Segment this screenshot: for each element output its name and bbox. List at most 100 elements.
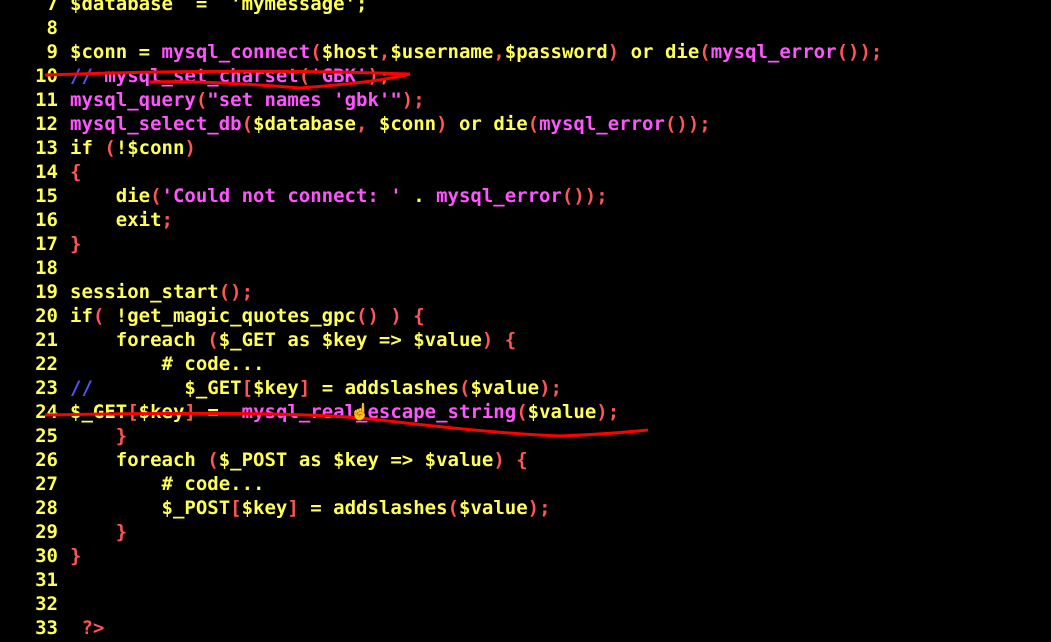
code-token: $_GET xyxy=(70,401,128,423)
code-token: , xyxy=(493,41,505,63)
code-token: , xyxy=(356,113,379,135)
code-line[interactable]: 11 mysql_query("set names 'gbk'"); xyxy=(0,88,425,112)
code-line[interactable]: 21 foreach ($_GET as $key => $value) { xyxy=(0,328,516,352)
code-line[interactable]: 14 { xyxy=(0,160,81,184)
code-line[interactable]: 16 exit; xyxy=(0,208,173,232)
code-text: } xyxy=(70,521,127,543)
code-token: $password xyxy=(504,41,608,63)
code-token: # code... xyxy=(70,353,265,375)
code-token: ) xyxy=(607,41,620,63)
code-token: ( xyxy=(699,41,711,63)
code-token: ( xyxy=(447,497,459,519)
code-token: () ) { xyxy=(356,305,425,327)
code-token: exit xyxy=(70,209,162,231)
code-token: $host xyxy=(321,41,379,63)
code-line[interactable]: 12 mysql_select_db($database, $conn) or d… xyxy=(0,112,711,136)
line-number: 33 xyxy=(35,617,58,639)
code-editor[interactable]: 7 $database = 'mymessage'; 8 9 $conn = mysql… xyxy=(0,0,1051,642)
code-line[interactable]: 10 // mysql_set_charset('GBK'); xyxy=(0,64,390,88)
code-line[interactable]: 7 $database = 'mymessage'; xyxy=(0,0,368,16)
code-token: = xyxy=(310,377,345,399)
code-token: addslashes xyxy=(344,377,459,399)
code-token: , xyxy=(378,41,391,63)
line-number: 22 xyxy=(35,353,58,375)
line-number: 25 xyxy=(35,425,58,447)
code-token: ( xyxy=(310,41,322,63)
line-number: 20 xyxy=(35,305,58,327)
code-line[interactable]: 26 foreach ($_POST as $key => $value) { xyxy=(0,448,528,472)
code-token: ] xyxy=(287,497,299,519)
line-number: 24 xyxy=(35,401,58,423)
code-text: $database = 'mymessage'; xyxy=(70,0,367,15)
code-text: if (!$conn) xyxy=(70,137,196,159)
code-line[interactable]: 32 xyxy=(0,592,70,616)
code-text: mysql_select_db($database, $conn) or die… xyxy=(70,113,711,135)
code-token: or xyxy=(447,113,494,135)
line-number: 15 xyxy=(35,185,58,207)
line-number: 14 xyxy=(35,161,58,183)
code-token: } xyxy=(70,425,128,447)
code-line[interactable]: 9 $conn = mysql_connect($host,$username,$… xyxy=(0,40,883,64)
line-number: 18 xyxy=(35,257,58,279)
code-token: } xyxy=(70,233,82,255)
code-token: [ xyxy=(230,497,242,519)
line-number: 28 xyxy=(35,497,58,519)
code-token: [ xyxy=(241,377,254,399)
code-text: $conn = mysql_connect($host,$username,$p… xyxy=(70,41,882,63)
code-text: } xyxy=(70,545,81,567)
code-token: ); xyxy=(527,497,551,519)
line-number: 16 xyxy=(35,209,58,231)
code-text: exit; xyxy=(70,209,173,231)
code-text: // mysql_set_charset('GBK'); xyxy=(70,65,390,87)
code-token: (); xyxy=(218,281,254,303)
code-line[interactable]: 18 xyxy=(0,256,70,280)
code-line[interactable]: 24 $_GET[$key] = mysql_real_escape_string… xyxy=(0,400,619,424)
code-line[interactable]: 23 // $_GET[$key] = addslashes($value); xyxy=(0,376,562,400)
code-text: $_GET[$key] = mysql_real_escape_string($… xyxy=(70,401,619,423)
line-number: 29 xyxy=(35,521,58,543)
code-line[interactable]: 27 # code... xyxy=(0,472,264,496)
code-line[interactable]: 13 if (!$conn) xyxy=(0,136,196,160)
code-token: die xyxy=(493,113,528,135)
code-line[interactable]: 30} xyxy=(0,544,81,568)
code-token: ?> xyxy=(70,617,105,639)
code-line[interactable]: 28 $_POST[$key] = addslashes($value); xyxy=(0,496,551,520)
code-text: { xyxy=(70,161,81,183)
code-token: ( xyxy=(459,377,471,399)
code-line[interactable]: 15 die('Could not connect: ' . mysql_err… xyxy=(0,184,608,208)
code-token: ( xyxy=(150,185,162,207)
code-line[interactable]: 31 xyxy=(0,568,70,592)
code-line[interactable]: 33 ?> xyxy=(0,616,104,640)
code-line[interactable]: 25 } xyxy=(0,424,127,448)
code-token: } xyxy=(70,545,82,567)
code-token: 'GBK' xyxy=(310,65,368,87)
code-token: ); xyxy=(596,401,620,423)
code-token: mysql_error xyxy=(710,41,837,63)
code-line[interactable]: 17} xyxy=(0,232,81,256)
code-token: ); xyxy=(401,89,425,111)
line-number: 7 xyxy=(46,0,58,15)
code-line[interactable]: 8 xyxy=(0,16,70,40)
code-line[interactable]: 20 if( !get_magic_quotes_gpc() ) { xyxy=(0,304,425,328)
code-token: $key xyxy=(253,377,299,399)
code-line[interactable]: 22 # code... xyxy=(0,352,264,376)
code-token: "set names 'gbk'" xyxy=(207,89,402,111)
code-line[interactable]: 19 session_start(); xyxy=(0,280,253,304)
code-token: $database = 'mymessage'; xyxy=(70,0,368,15)
code-token: = xyxy=(195,401,242,423)
code-token: [ xyxy=(127,401,139,423)
code-token: $_POST xyxy=(218,449,288,471)
code-token: if xyxy=(70,305,93,327)
line-number: 19 xyxy=(35,281,58,303)
line-number: 12 xyxy=(35,113,58,135)
line-number: 21 xyxy=(35,329,58,351)
code-token: // xyxy=(70,377,93,399)
code-token: $conn xyxy=(70,41,128,63)
code-token: $key xyxy=(138,401,185,423)
code-token: # code... xyxy=(70,473,265,495)
code-text: session_start(); xyxy=(70,281,253,303)
code-token: addslashes xyxy=(333,497,448,519)
code-line[interactable]: 29 } xyxy=(0,520,127,544)
line-number: 11 xyxy=(35,89,58,111)
code-text: if( !get_magic_quotes_gpc() ) { xyxy=(70,305,425,327)
